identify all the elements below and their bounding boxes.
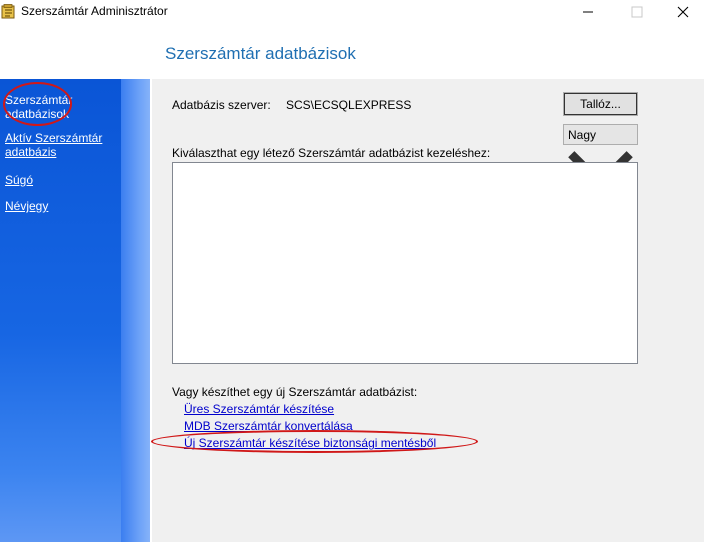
sidebar-item-label-line1: Aktív Szerszámtár xyxy=(5,131,103,145)
sidebar-item-about[interactable]: Névjegy xyxy=(5,199,48,213)
server-value: SCS\ECSQLEXPRESS xyxy=(286,98,412,112)
minimize-button[interactable] xyxy=(565,0,611,24)
list-prompt: Kiválaszthat egy létező Szerszámtár adat… xyxy=(172,146,491,160)
page-title: Szerszámtár adatbázisok xyxy=(165,44,356,63)
close-button[interactable] xyxy=(660,0,704,24)
create-empty-link[interactable]: Üres Szerszámtár készítése xyxy=(184,402,334,416)
sidebar-item-active-database[interactable]: Aktív Szerszámtár adatbázis xyxy=(5,131,102,159)
convert-mdb-link[interactable]: MDB Szerszámtár konvertálása xyxy=(184,419,353,433)
maximize-button[interactable] xyxy=(614,0,660,24)
sidebar-item-label: Névjegy xyxy=(5,199,49,213)
sidebar-item-help[interactable]: Súgó xyxy=(5,173,33,187)
maximize-icon xyxy=(631,6,643,18)
browse-button[interactable]: Tallóz... xyxy=(563,92,638,116)
create-prompt: Vagy készíthet egy új Szerszámtár adatbá… xyxy=(172,385,418,399)
close-icon xyxy=(677,6,689,18)
sidebar: Szerszámtár adatbázisok Aktív Szerszámtá… xyxy=(0,79,150,542)
create-from-backup-link[interactable]: Új Szerszámtár készítése biztonsági ment… xyxy=(184,436,436,450)
app-icon xyxy=(1,4,15,19)
sidebar-item-label-line1: Szerszámtár xyxy=(5,93,73,107)
sidebar-item-label-line2: adatbázis xyxy=(5,145,57,159)
sidebar-edge xyxy=(121,79,150,542)
window-title: Szerszámtár Adminisztrátor xyxy=(21,4,168,18)
sidebar-item-label: Súgó xyxy=(5,173,34,187)
title-bar: Szerszámtár Adminisztrátor xyxy=(0,0,704,24)
database-listbox[interactable] xyxy=(172,162,638,364)
minimize-icon xyxy=(583,11,593,13)
size-select[interactable]: Nagy xyxy=(563,124,638,190)
size-select-value: Nagy xyxy=(568,128,597,142)
sidebar-item-databases[interactable]: Szerszámtár adatbázisok xyxy=(5,93,72,121)
server-label: Adatbázis szerver: xyxy=(172,98,271,112)
sidebar-item-label-line2: adatbázisok xyxy=(5,107,70,121)
